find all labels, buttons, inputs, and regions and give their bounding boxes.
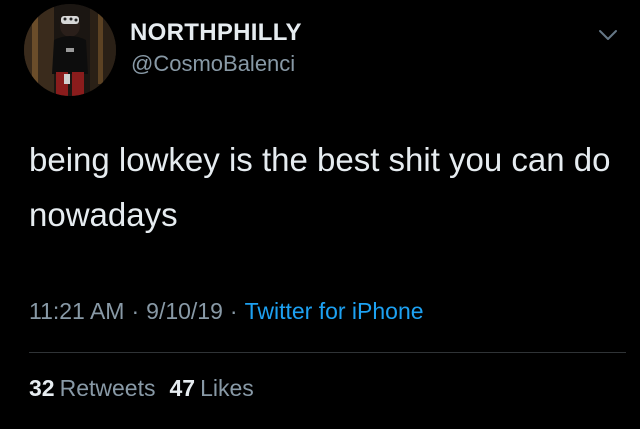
divider [29, 352, 626, 353]
chevron-down-icon[interactable] [596, 23, 620, 47]
engagement-stats: 32 Retweets 47 Likes [29, 375, 254, 402]
profile-photo [24, 4, 116, 96]
likes-stat[interactable]: 47 Likes [169, 375, 253, 401]
likes-label: Likes [200, 375, 254, 401]
separator: · [229, 298, 238, 324]
avatar[interactable] [24, 4, 116, 96]
tweet-date[interactable]: 9/10/19 [146, 298, 223, 324]
display-name[interactable]: NORTHPHILLY [130, 19, 302, 47]
tweet-time[interactable]: 11:21 AM [29, 298, 124, 324]
tweet-card: NORTHPHILLY @CosmoBalenci being lowkey i… [0, 0, 640, 429]
retweets-label: Retweets [59, 375, 156, 401]
tweet-text: being lowkey is the best shit you can do… [29, 141, 611, 233]
retweets-stat[interactable]: 32 Retweets [29, 375, 155, 401]
retweets-count: 32 [29, 375, 55, 401]
likes-count: 47 [169, 375, 196, 401]
user-handle[interactable]: @CosmoBalenci [131, 51, 295, 77]
separator: · [131, 298, 140, 324]
tweet-source-link[interactable]: Twitter for iPhone [245, 298, 424, 324]
tweet-metadata: 11:21 AM · 9/10/19 · Twitter for iPhone [29, 298, 424, 325]
